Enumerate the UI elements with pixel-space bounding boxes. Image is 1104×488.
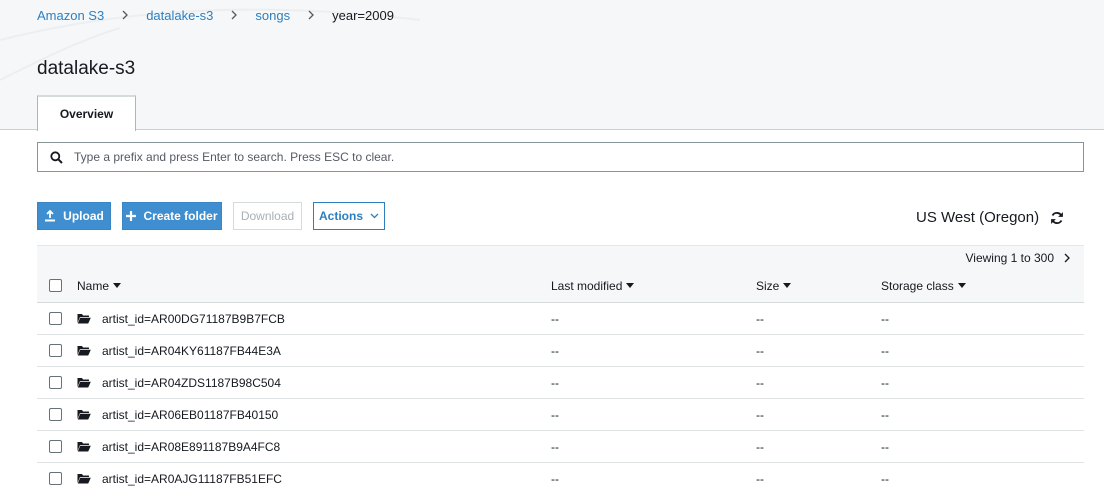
folder-open-icon <box>77 313 91 324</box>
pager-bar: Viewing 1 to 300 <box>37 245 1084 269</box>
chevron-down-icon <box>370 213 379 219</box>
table-row[interactable]: artist_id=AR04KY61187FB44E3A -- -- -- <box>37 335 1084 367</box>
search-input[interactable] <box>74 144 1083 170</box>
folder-name[interactable]: artist_id=AR08E891187B9A4FC8 <box>102 440 280 454</box>
region-label: US West (Oregon) <box>916 209 1040 226</box>
create-folder-button[interactable]: Create folder <box>122 202 222 230</box>
last-modified-value: -- <box>551 407 559 422</box>
actions-button[interactable]: Actions <box>313 202 385 230</box>
table-row[interactable]: artist_id=AR06EB01187FB40150 -- -- -- <box>37 399 1084 431</box>
breadcrumb-songs[interactable]: songs <box>255 8 290 23</box>
table-body: artist_id=AR00DG71187B9B7FCB -- -- -- ar… <box>37 303 1084 488</box>
storage-class-value: -- <box>881 471 889 486</box>
caret-down-icon <box>113 283 122 288</box>
column-header-size[interactable]: Size <box>756 269 792 302</box>
create-folder-label: Create folder <box>143 209 218 223</box>
row-checkbox[interactable] <box>49 376 62 389</box>
storage-class-value: -- <box>881 439 889 454</box>
column-header-last-modified[interactable]: Last modified <box>551 269 635 302</box>
upload-label: Upload <box>63 209 104 223</box>
column-header-name[interactable]: Name <box>77 269 122 302</box>
search-icon <box>38 150 74 164</box>
storage-class-value: -- <box>881 343 889 358</box>
download-button[interactable]: Download <box>233 202 302 230</box>
breadcrumb-current: year=2009 <box>332 7 394 23</box>
chevron-right-icon <box>122 10 129 20</box>
folder-name[interactable]: artist_id=AR0AJG11187FB51EFC <box>102 472 282 486</box>
last-modified-value: -- <box>551 343 559 358</box>
caret-down-icon <box>626 283 635 288</box>
folder-open-icon <box>77 345 91 356</box>
breadcrumb-bucket[interactable]: datalake-s3 <box>146 8 213 23</box>
folder-open-icon <box>77 377 91 388</box>
chevron-right-icon <box>231 10 238 20</box>
folder-open-icon <box>77 473 91 484</box>
header-band: Amazon S3 datalake-s3 songs year=2009 da… <box>0 0 1104 130</box>
size-value: -- <box>756 439 764 454</box>
folder-name[interactable]: artist_id=AR06EB01187FB40150 <box>102 408 278 422</box>
plus-icon <box>126 211 137 221</box>
size-value: -- <box>756 311 764 326</box>
folder-name[interactable]: artist_id=AR04KY61187FB44E3A <box>102 344 281 358</box>
storage-class-value: -- <box>881 311 889 326</box>
objects-table: Viewing 1 to 300 Name Last modified Size… <box>37 245 1084 488</box>
table-row[interactable]: artist_id=AR04ZDS1187B98C504 -- -- -- <box>37 367 1084 399</box>
row-checkbox[interactable] <box>49 408 62 421</box>
chevron-right-icon[interactable] <box>1064 253 1070 263</box>
row-checkbox[interactable] <box>49 312 62 325</box>
breadcrumb-amazon-s3[interactable]: Amazon S3 <box>37 8 104 23</box>
size-value: -- <box>756 375 764 390</box>
table-header: Name Last modified Size Storage class <box>37 269 1084 303</box>
storage-class-value: -- <box>881 407 889 422</box>
actions-label: Actions <box>318 209 363 223</box>
pager-text: Viewing 1 to 300 <box>965 250 1054 265</box>
table-row[interactable]: artist_id=AR0AJG11187FB51EFC -- -- -- <box>37 463 1084 488</box>
last-modified-value: -- <box>551 375 559 390</box>
folder-name[interactable]: artist_id=AR00DG71187B9B7FCB <box>102 312 285 326</box>
caret-down-icon <box>957 283 966 288</box>
search-bar <box>37 142 1084 172</box>
size-value: -- <box>756 471 764 486</box>
storage-class-value: -- <box>881 375 889 390</box>
folder-open-icon <box>77 409 91 420</box>
row-checkbox[interactable] <box>49 472 62 485</box>
last-modified-value: -- <box>551 439 559 454</box>
select-all-checkbox[interactable] <box>49 279 62 292</box>
page-title: datalake-s3 <box>37 58 136 79</box>
last-modified-value: -- <box>551 311 559 326</box>
refresh-icon[interactable] <box>1050 211 1064 230</box>
caret-down-icon <box>783 283 792 288</box>
last-modified-value: -- <box>551 471 559 486</box>
column-header-storage-class[interactable]: Storage class <box>881 269 966 302</box>
chevron-right-icon <box>308 10 315 20</box>
table-row[interactable]: artist_id=AR00DG71187B9B7FCB -- -- -- <box>37 303 1084 335</box>
tab-overview[interactable]: Overview <box>37 95 136 131</box>
folder-name[interactable]: artist_id=AR04ZDS1187B98C504 <box>102 376 281 390</box>
upload-icon <box>44 210 56 222</box>
row-checkbox[interactable] <box>49 344 62 357</box>
row-checkbox[interactable] <box>49 440 62 453</box>
size-value: -- <box>756 407 764 422</box>
folder-open-icon <box>77 441 91 452</box>
table-row[interactable]: artist_id=AR08E891187B9A4FC8 -- -- -- <box>37 431 1084 463</box>
size-value: -- <box>756 343 764 358</box>
breadcrumb: Amazon S3 datalake-s3 songs year=2009 <box>37 7 394 23</box>
upload-button[interactable]: Upload <box>37 202 111 230</box>
